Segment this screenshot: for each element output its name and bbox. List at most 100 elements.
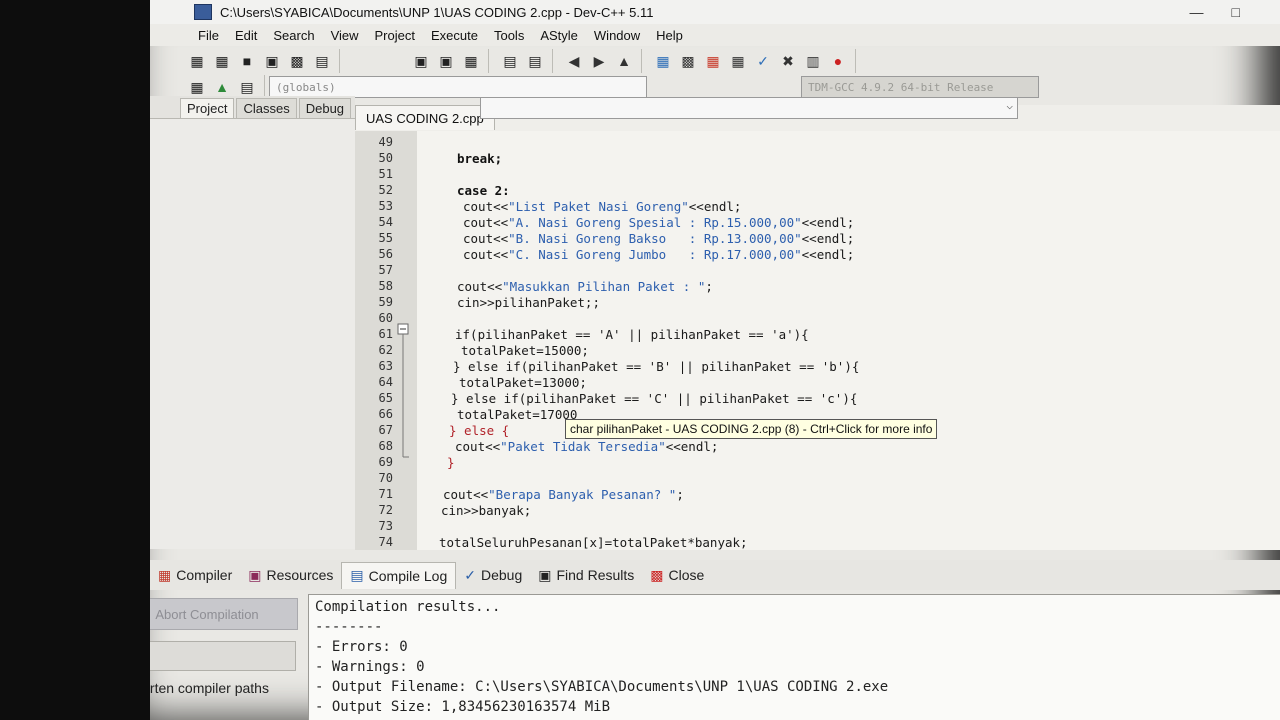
code-line: } else { [449,423,510,438]
line-number: 60 [378,311,393,325]
save-icon[interactable]: ■ [236,50,258,72]
code-line: cout<<"List Paket Nasi Goreng"<<endl; [463,199,742,214]
check-syntax-icon[interactable]: ✓ [752,50,774,72]
tab-compile-log-label: Compile Log [368,567,448,584]
tab-resources-label: Resources [266,567,334,583]
scope-combo[interactable]: (globals) [269,76,647,98]
open-file-icon[interactable]: ▦ [211,50,233,72]
tab-project[interactable]: Project [180,98,235,118]
menu-project[interactable]: Project [367,28,423,43]
replace-icon[interactable]: ▣ [435,50,457,72]
profile-icon[interactable]: ▥ [802,50,824,72]
line-number: 71 [378,487,393,501]
tab-compiler[interactable]: ▦ Compiler [150,562,240,588]
print-icon[interactable]: ▤ [311,50,333,72]
code-line: totalPaket=15000; [461,343,589,358]
line-number-gutter: 49 50 51 52 53 54 55 56 57 58 59 60 61 6… [355,131,418,550]
tab-debug-panel[interactable]: ✓ Debug [456,562,530,588]
fold-marker-icon[interactable] [397,323,411,473]
menu-edit[interactable]: Edit [227,28,265,43]
goto-line-icon[interactable]: ▦ [460,50,482,72]
find-icon[interactable]: ▣ [410,50,432,72]
close-file-icon[interactable]: ▩ [286,50,308,72]
save-all-icon[interactable]: ▣ [261,50,283,72]
new-file-icon[interactable]: ▦ [186,50,208,72]
class-icon[interactable]: ▦ [186,76,208,98]
menu-help[interactable]: Help [648,28,691,43]
rebuild-icon[interactable]: ▦ [727,50,749,72]
code-line: } else if(pilihanPaket == 'C' || pilihan… [451,391,858,406]
line-number: 64 [378,375,393,389]
tab-find-results[interactable]: ▣ Find Results [530,562,642,588]
shorten-paths-label: Shorten compiler paths [150,680,269,696]
compile-log-output[interactable]: Compilation results... -------- - Errors… [308,594,1280,720]
add-icon[interactable]: ▲ [211,76,233,98]
editor-tab[interactable]: UAS CODING 2.cpp [355,105,495,130]
code-line: case 2: [457,183,510,198]
compile-progress-bar [150,641,296,671]
abort-compilation-button[interactable]: Abort Compilation [150,598,298,630]
run-icon[interactable]: ▩ [677,50,699,72]
compile-run-icon[interactable]: ▦ [702,50,724,72]
line-number: 49 [378,135,393,149]
project-panel: Project Classes Debug [150,96,355,549]
devcpp-window: C:\Users\SYABICA\Documents\UNP 1\UAS COD… [150,0,1280,720]
back-icon[interactable]: ◀ [563,50,585,72]
code-line: if(pilihanPaket == 'A' || pilihanPaket =… [455,327,809,342]
code-line: cin>>pilihanPaket;; [457,295,600,310]
window-title: C:\Users\SYABICA\Documents\UNP 1\UAS COD… [220,4,654,20]
check-icon: ✓ [464,566,476,583]
line-number: 53 [378,199,393,213]
debug-icon[interactable]: ● [827,50,849,72]
tab-resources[interactable]: ▣ Resources [240,562,341,588]
menu-execute[interactable]: Execute [423,28,486,43]
log-line: - Warnings: 0 [315,659,425,675]
menu-view[interactable]: View [323,28,367,43]
function-combo[interactable]: ⌵ [480,97,1018,119]
code-line: cout<<"Paket Tidak Tersedia"<<endl; [455,439,719,454]
forward-icon[interactable]: ▶ [588,50,610,72]
line-number: 52 [378,183,393,197]
code-line: break; [457,151,503,166]
code-area[interactable]: break; case 2: cout<<"List Paket Nasi Go… [417,131,1280,550]
bookmark-icon[interactable]: ▲ [613,50,635,72]
main-toolbar: ▦ ▦ ■ ▣ ▩ ▤ ▣ ▣ ▦ ▤ ▤ ◀ ▶ ▲ ▦ ▩ ▦ ▦ ✓ ✖ [180,48,856,74]
compiler-grid-icon: ▦ [158,566,172,583]
compile-icon[interactable]: ▦ [652,50,674,72]
chevron-down-icon[interactable]: ⌵ [1006,99,1013,112]
menu-window[interactable]: Window [586,28,648,43]
code-line: totalPaket=13000; [459,375,587,390]
code-line: } else if(pilihanPaket == 'B' || pilihan… [453,359,860,374]
menu-search[interactable]: Search [265,28,322,43]
unindent-icon[interactable]: ▤ [524,50,546,72]
line-number: 51 [378,167,393,181]
line-number: 55 [378,231,393,245]
tab-close[interactable]: ▩ Close [642,562,712,588]
indent-icon[interactable]: ▤ [499,50,521,72]
remove-icon[interactable]: ▤ [236,76,258,98]
tab-classes[interactable]: Classes [236,98,297,118]
app-icon [194,4,212,20]
find-icon: ▣ [538,566,552,583]
minimize-icon[interactable]: — [1190,4,1204,20]
code-line: totalPaket=17000 [457,407,578,422]
compiler-combo[interactable]: TDM-GCC 4.9.2 64-bit Release [801,76,1039,98]
code-line: } [447,455,455,470]
menu-tools[interactable]: Tools [486,28,532,43]
line-number: 59 [378,295,393,309]
bar-chart-icon: ▤ [350,567,364,583]
maximize-icon[interactable]: □ [1232,4,1240,20]
project-tree[interactable] [150,118,355,549]
tab-debug[interactable]: Debug [298,98,352,118]
line-number: 69 [378,455,393,469]
line-number: 62 [378,343,393,357]
clean-icon[interactable]: ✖ [777,50,799,72]
line-number: 68 [378,439,393,453]
shorten-compiler-paths-checkbox[interactable]: Shorten compiler paths [150,680,269,696]
line-number: 72 [378,503,393,517]
tab-close-label: Close [668,567,705,583]
menu-astyle[interactable]: AStyle [532,28,586,43]
log-line: Compilation results... [315,599,501,615]
menu-file[interactable]: File [190,28,227,43]
tab-compile-log[interactable]: ▤ Compile Log [341,561,457,589]
